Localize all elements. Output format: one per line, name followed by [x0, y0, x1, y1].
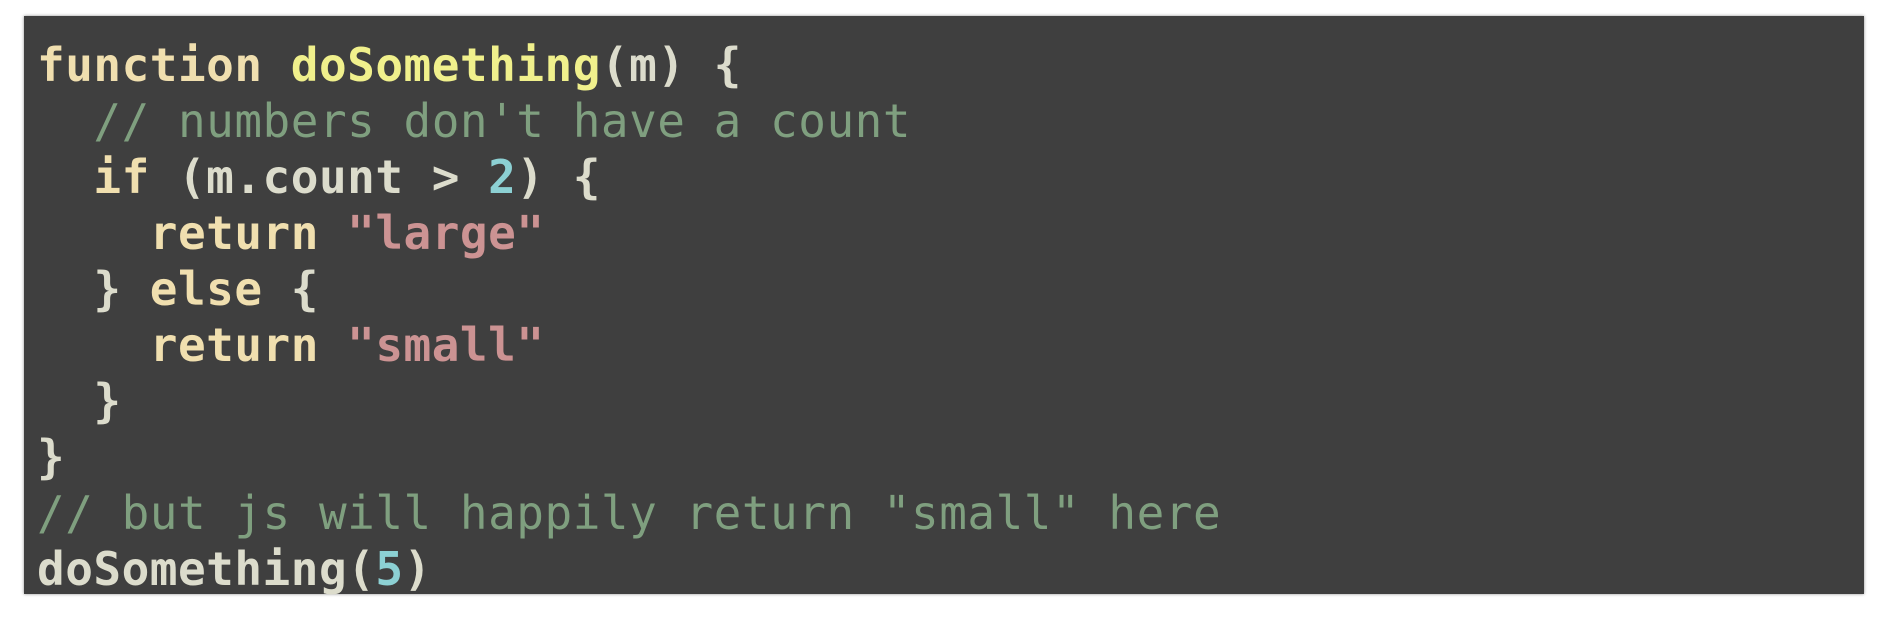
indent-token [37, 206, 150, 260]
plain-token: doSomething( [37, 542, 376, 596]
plain-token: } [37, 430, 66, 484]
code-line-5: } else { [37, 261, 1221, 317]
plain-token: (m.count > [149, 150, 489, 204]
code-line-10: doSomething(5) [37, 541, 1221, 597]
code-line-1: function doSomething(m) { [37, 37, 1221, 93]
plain-token: ) { [516, 150, 601, 204]
code-line-8: } [37, 429, 1221, 485]
keyword-token: function [37, 38, 263, 92]
number-token: 5 [375, 542, 404, 596]
comment-token: // but js will happily return "small" he… [37, 486, 1222, 540]
comment-token: // numbers don't have a count [93, 94, 912, 148]
indent-token [37, 150, 93, 204]
string-token: "large" [347, 206, 545, 260]
number-token: 2 [488, 150, 517, 204]
keyword-token: else [149, 262, 263, 316]
function-name-token: doSomething [290, 38, 601, 92]
string-token: "small" [347, 318, 545, 372]
indent-token [37, 94, 93, 148]
code-line-2: // numbers don't have a count [37, 93, 1221, 149]
code-line-6: return "small" [37, 317, 1221, 373]
plain-token: { [262, 262, 319, 316]
keyword-token: return [149, 206, 319, 260]
plain-token: } [37, 262, 150, 316]
plain-token: (m) { [600, 38, 742, 92]
code-line-9: // but js will happily return "small" he… [37, 485, 1221, 541]
code-line-7: } [37, 373, 1221, 429]
code-block: function doSomething(m) { // numbers don… [24, 16, 1864, 597]
code-listing: function doSomething(m) { // numbers don… [37, 37, 1221, 597]
plain-token: ) [403, 542, 432, 596]
code-line-4: return "large" [37, 205, 1221, 261]
code-line-3: if (m.count > 2) { [37, 149, 1221, 205]
keyword-token: if [93, 150, 150, 204]
indent-token [37, 318, 150, 372]
keyword-token: return [149, 318, 319, 372]
plain-token: } [37, 374, 122, 428]
